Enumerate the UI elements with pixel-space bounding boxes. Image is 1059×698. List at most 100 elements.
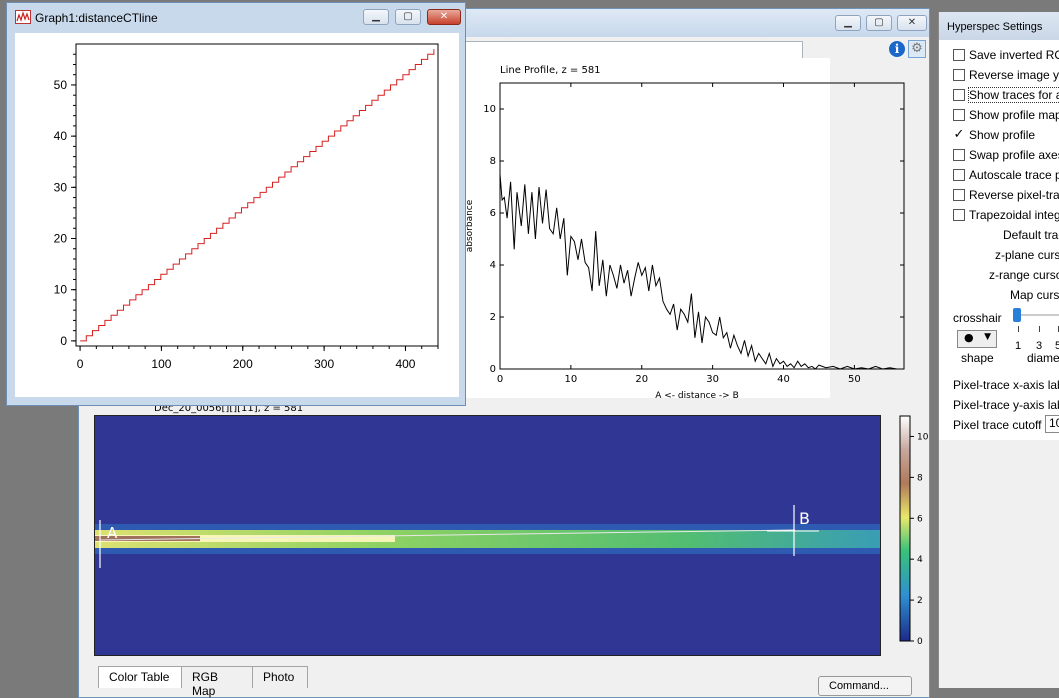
checkbox[interactable]: ✓: [953, 127, 965, 141]
plot-frame: [75, 43, 439, 347]
series-line: [499, 173, 897, 370]
colorbar-scale: [899, 415, 911, 642]
shape-value: ●: [964, 331, 974, 344]
pixel-trace-y-label: Pixel-trace y-axis label: [953, 398, 1059, 412]
colorbar-tick-label: 10: [917, 432, 929, 442]
tab-rgb-map[interactable]: RGB Map: [181, 666, 253, 698]
line-profile-chart: 0 10 20 30 40 50 0 2 4 6 8 10 A <- distance -> B abso…: [465, 82, 905, 401]
graph-maximize-button[interactable]: ▢: [395, 9, 421, 25]
tab-photo[interactable]: Photo: [252, 666, 308, 688]
checkbox-label: Reverse image y-axis: [969, 68, 1059, 82]
checkbox[interactable]: [953, 69, 965, 81]
x-tick-label: 50: [848, 374, 861, 385]
y-tick-label: 0: [60, 334, 67, 348]
settings-title: Hyperspec Settings: [947, 21, 1043, 33]
default-trace-label: Default trace: [1003, 228, 1059, 242]
y-tick-label: 20: [54, 232, 68, 246]
pixel-trace-cutoff-input[interactable]: 10: [1045, 415, 1059, 433]
checkbox[interactable]: [953, 169, 965, 181]
maximize-button[interactable]: ▢: [866, 15, 892, 31]
x-tick-label: 20: [635, 374, 648, 385]
x-axis-label: A <- distance -> B: [655, 391, 739, 401]
shape-select[interactable]: ● ▼: [957, 330, 997, 348]
y-tick-label: 8: [490, 156, 496, 167]
colorbar-tick-label: 0: [917, 637, 923, 647]
y-tick-label: 0: [490, 364, 496, 375]
y-tick-label: 10: [54, 283, 68, 297]
hyperspec-settings-panel: Hyperspec Settings Save inverted ROI Reve…: [938, 12, 1059, 688]
info-icon[interactable]: i: [889, 41, 905, 57]
distance-chart: 0 100 200 300 400 0 10 20 30 40 50: [54, 43, 439, 371]
y-axis-label: absorbance: [465, 199, 475, 252]
checkbox[interactable]: [953, 89, 965, 101]
plot-frame: [499, 82, 905, 370]
crosshair-label: crosshair: [953, 311, 1002, 325]
colorbar-tick-label: 8: [917, 473, 923, 483]
line-profile-title: Line Profile, z = 581: [500, 65, 601, 76]
x-tick-label: 30: [706, 374, 719, 385]
diameter-slider-track[interactable]: [1017, 314, 1059, 316]
graph-titlebar: Graph1:distanceCTline ▁ ▢ ✕: [7, 3, 465, 31]
diameter-label: diameter: [1027, 351, 1059, 365]
y-tick-label: 10: [483, 104, 496, 115]
z-plane-cursor-label: z-plane cursor: [995, 248, 1059, 262]
colorbar-tick-label: 6: [917, 514, 923, 524]
graph-window-icon: [15, 10, 31, 24]
close-button[interactable]: ✕: [897, 15, 927, 31]
x-tick-label: 300: [314, 357, 334, 371]
checkbox-label: Show profile map: [969, 108, 1059, 122]
x-tick-label: 0: [497, 374, 503, 385]
x-tick-label: 40: [777, 374, 790, 385]
colorbar-tick-label: 4: [917, 555, 923, 565]
checkbox[interactable]: [953, 109, 965, 121]
map-cursor-label: Map cursor: [1010, 288, 1059, 302]
y-tick-label: 2: [490, 312, 496, 323]
map-image: A B: [95, 505, 880, 568]
checkbox[interactable]: [953, 49, 965, 61]
graph-window: Graph1:distanceCTline ▁ ▢ ✕ 0 100 200 300 40…: [6, 2, 466, 406]
pixel-trace-cutoff-label: Pixel trace cutoff: [953, 418, 1042, 432]
x-tick-label: 0: [77, 357, 84, 371]
y-tick-label: 50: [54, 78, 68, 92]
checkbox-label: Save inverted ROI: [969, 48, 1059, 62]
y-tick-label: 6: [490, 208, 496, 219]
shape-label: shape: [961, 351, 994, 365]
pixel-trace-x-label: Pixel-trace x-axis label: [953, 378, 1059, 392]
gear-icon[interactable]: ⚙: [908, 40, 926, 58]
x-tick-label: 10: [565, 374, 578, 385]
tab-color-table[interactable]: Color Table: [98, 666, 182, 688]
y-tick-label: 4: [490, 260, 496, 271]
z-range-cursor-label: z-range cursor: [989, 268, 1059, 282]
slider-tick: [1039, 326, 1040, 332]
series-line: [80, 49, 435, 342]
colorbar-tick-label: 2: [917, 596, 923, 606]
slider-tick: [1018, 326, 1019, 332]
graph-body: 0 100 200 300 400 0 10 20 30 40 50: [15, 33, 459, 397]
checkbox-label: Swap profile axes: [969, 148, 1059, 162]
x-tick-label: 100: [151, 357, 171, 371]
x-tick-label: 200: [233, 357, 253, 371]
checkbox[interactable]: [953, 149, 965, 161]
graph-window-title: Graph1:distanceCTline: [35, 11, 158, 25]
slider-tick-label: 1: [1015, 340, 1022, 352]
y-tick-label: 30: [54, 180, 68, 194]
checkbox-label: Reverse pixel-trace: [969, 188, 1059, 202]
graph-close-button[interactable]: ✕: [427, 9, 461, 25]
checkbox[interactable]: [953, 209, 965, 221]
graph-minimize-button[interactable]: ▁: [363, 9, 389, 25]
x-tick-label: 400: [395, 357, 415, 371]
checkbox-label: Show traces for all: [968, 87, 1059, 103]
checkbox-label: Trapezoidal integration: [969, 208, 1059, 222]
checkbox-label: Autoscale trace plot: [969, 168, 1059, 182]
chevron-down-icon: ▼: [984, 332, 991, 342]
map-colorbar: 0 2 4 6 8 10: [899, 415, 929, 647]
diameter-slider-thumb[interactable]: [1013, 308, 1021, 322]
label-a: A: [107, 524, 118, 542]
label-b: B: [799, 509, 810, 528]
minimize-button[interactable]: ▁: [835, 15, 861, 31]
command-button[interactable]: Command...: [818, 676, 912, 696]
hyperspectral-map[interactable]: A B: [94, 415, 881, 656]
checkbox[interactable]: [953, 189, 965, 201]
settings-header: Hyperspec Settings: [939, 12, 1059, 40]
y-tick-label: 40: [54, 129, 68, 143]
